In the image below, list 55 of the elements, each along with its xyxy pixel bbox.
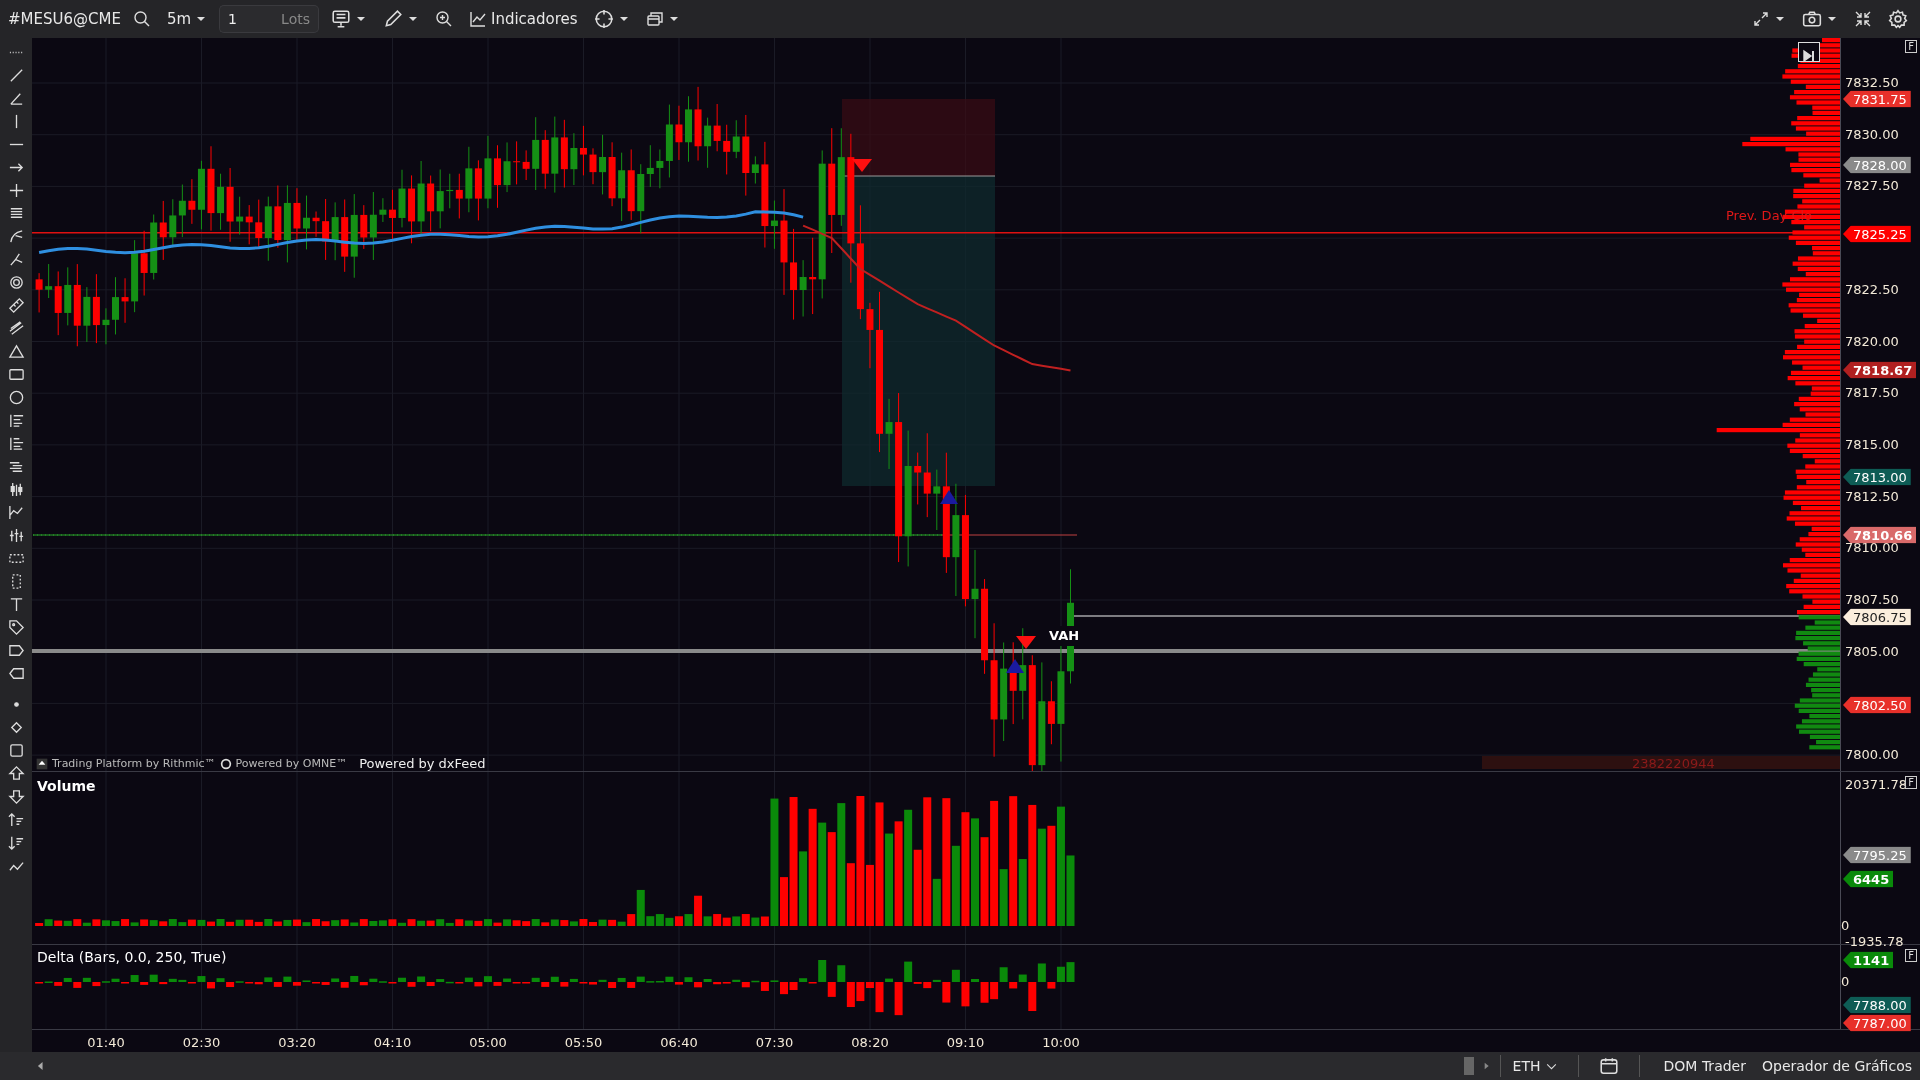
volume-axis-label: 20371.78 (1845, 776, 1908, 795)
pane-title: Delta (Bars, 0.0, 250, True) (37, 948, 227, 967)
time-axis-label: 06:40 (660, 1034, 698, 1052)
price-tag: 7795.25 (1843, 846, 1911, 864)
price-tag: 7810.66 (1843, 526, 1917, 544)
pane-title: Volume (37, 777, 96, 796)
time-axis-label: 08:20 (851, 1034, 889, 1052)
price-axis-label: 7832.50 (1845, 74, 1899, 93)
price-tag: 7788.00 (1843, 996, 1911, 1014)
price-axis-label: 7822.50 (1845, 281, 1899, 300)
vah-label: VAH (1048, 626, 1081, 646)
credit-text: Trading Platform by Rithmic™ (52, 755, 216, 771)
time-axis-label: 03:20 (278, 1034, 316, 1052)
time-axis-label: 01:40 (87, 1034, 125, 1052)
indicators-button[interactable]: Indicadores (465, 5, 582, 33)
price-axis-label: 7830.00 (1845, 125, 1899, 144)
session-dropdown[interactable]: ETH (1508, 1053, 1562, 1079)
volume-axis-label: -1935.78 (1845, 933, 1904, 952)
status-bar-button[interactable]: DOM Trader (1655, 1053, 1754, 1079)
pane-badge[interactable]: F (1905, 949, 1917, 962)
volume-axis-label: 0 (1841, 917, 1850, 936)
price-axis-label: 7827.50 (1845, 177, 1899, 196)
price-tag: 7831.75 (1843, 90, 1911, 108)
price-tag: 7825.25 (1843, 225, 1911, 243)
price-tag: 6445 (1843, 870, 1894, 888)
price-axis-label: 7812.50 (1845, 487, 1899, 506)
credit-text: Powered by OMNE™ (235, 755, 348, 771)
timeframe-dropdown[interactable]: 5m (162, 5, 212, 33)
price-axis-label: 7805.00 (1845, 642, 1899, 661)
price-tag: 7813.00 (1843, 468, 1911, 486)
time-axis-label: 02:30 (182, 1034, 221, 1052)
price-tag: 7828.00 (1843, 156, 1911, 174)
price-axis-label: 7807.50 (1845, 591, 1899, 610)
price-tag: 1141 (1843, 951, 1894, 969)
delta-axis-label: 0 (1841, 973, 1850, 992)
time-axis-label: 10:00 (1042, 1034, 1080, 1052)
time-axis-label: 04:10 (373, 1034, 412, 1052)
symbol-label: #MESU6@CME (8, 8, 121, 30)
time-axis-label: 05:50 (564, 1034, 603, 1052)
price-tag: 7806.75 (1843, 608, 1911, 626)
status-bar-button[interactable]: Operador de Gráficos (1753, 1053, 1920, 1079)
time-axis-label: 05:00 (469, 1034, 507, 1052)
price-axis-label: 7815.00 (1845, 436, 1899, 455)
price-axis-label: 7817.50 (1845, 384, 1899, 403)
pane-badge[interactable]: F (1905, 776, 1917, 789)
price-tag: 7787.00 (1843, 1014, 1911, 1032)
pane-badge[interactable]: F (1905, 40, 1917, 53)
credit-text: Powered by dxFeed (359, 755, 486, 771)
time-axis-label: 07:30 (755, 1034, 794, 1052)
time-axis-label: 09:10 (946, 1034, 985, 1052)
price-axis-label: 7820.00 (1845, 332, 1899, 351)
profile-total-value: 2382220944 (1632, 755, 1715, 771)
price-tag: 7802.50 (1843, 696, 1911, 714)
price-tag: 7818.67 (1843, 361, 1917, 379)
price-axis-label: 7800.00 (1845, 746, 1899, 765)
